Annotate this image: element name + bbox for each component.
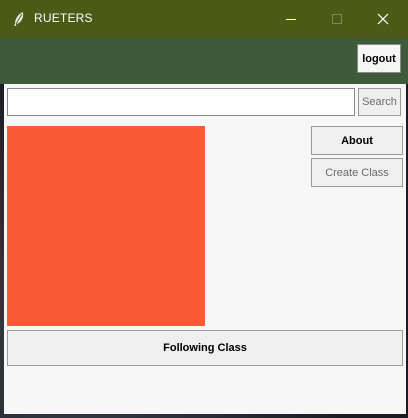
search-button[interactable]: Search bbox=[358, 88, 401, 116]
create-class-button[interactable]: Create Class bbox=[311, 158, 403, 187]
header-bar bbox=[0, 38, 408, 84]
close-button[interactable] bbox=[360, 0, 406, 38]
window-title: RUETERS bbox=[34, 11, 93, 25]
logout-button[interactable]: logout bbox=[357, 44, 401, 73]
minimize-button[interactable] bbox=[268, 0, 314, 38]
minimize-icon bbox=[285, 10, 297, 29]
title-bar[interactable]: RUETERS bbox=[0, 0, 408, 38]
feather-icon bbox=[12, 11, 26, 27]
search-input[interactable] bbox=[7, 88, 355, 116]
following-class-button[interactable]: Following Class bbox=[7, 330, 403, 366]
close-icon bbox=[377, 10, 389, 29]
about-button[interactable]: About bbox=[311, 126, 403, 155]
maximize-button[interactable] bbox=[314, 0, 360, 38]
color-canvas bbox=[7, 126, 205, 326]
maximize-icon bbox=[331, 10, 343, 29]
